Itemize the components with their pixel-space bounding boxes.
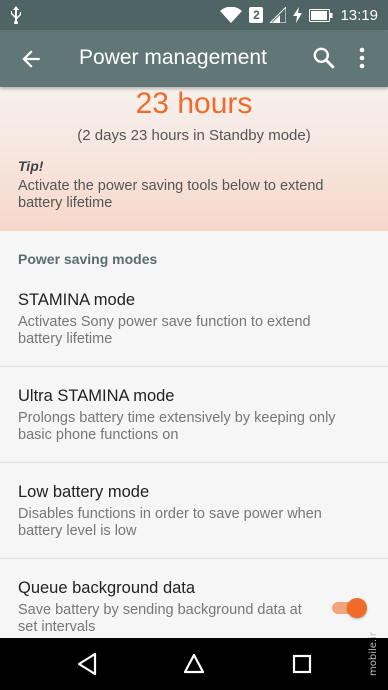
standby-estimate: (2 days 23 hours in Standby mode) bbox=[77, 127, 311, 144]
nav-home-icon[interactable] bbox=[182, 652, 206, 676]
battery-icon bbox=[309, 8, 333, 22]
item-subtitle: Activates Sony power save function to ex… bbox=[18, 314, 311, 347]
navigation-bar bbox=[0, 638, 388, 690]
signal-icon bbox=[270, 7, 287, 23]
toggle-thumb bbox=[347, 598, 367, 618]
charging-icon bbox=[293, 7, 303, 23]
battery-time-estimate: 23 hours bbox=[135, 87, 253, 120]
list-item-ultra-stamina-mode[interactable]: Ultra STAMINA mode Prolongs battery time… bbox=[0, 367, 388, 462]
tip-text: Activate the power saving tools below to… bbox=[18, 178, 324, 211]
sim-slot-badge: 2 bbox=[249, 7, 264, 23]
item-title: Ultra STAMINA mode bbox=[18, 387, 175, 405]
section-header: Power saving modes bbox=[18, 251, 158, 267]
nav-back-icon[interactable] bbox=[76, 652, 98, 676]
search-icon[interactable] bbox=[311, 45, 337, 71]
item-title: Queue background data bbox=[18, 579, 196, 597]
nav-recents-icon[interactable] bbox=[291, 653, 313, 675]
battery-estimate-banner: 23 hours (2 days 23 hours in Standby mod… bbox=[0, 87, 388, 231]
list-item-stamina-mode[interactable]: STAMINA mode Activates Sony power save f… bbox=[0, 274, 388, 366]
back-arrow-icon[interactable] bbox=[18, 46, 44, 72]
item-subtitle: Disables functions in order to save powe… bbox=[18, 506, 322, 539]
watermark: mobile.ir bbox=[368, 632, 379, 676]
app-bar: Power management bbox=[0, 30, 388, 87]
status-bar: 2 13:19 bbox=[0, 0, 388, 30]
queue-background-data-toggle[interactable] bbox=[330, 597, 368, 618]
list-item-low-battery-mode[interactable]: Low battery mode Disables functions in o… bbox=[0, 463, 388, 558]
more-vert-icon[interactable] bbox=[352, 45, 372, 71]
wifi-icon bbox=[220, 7, 243, 23]
item-title: STAMINA mode bbox=[18, 291, 136, 309]
tip-title: Tip! bbox=[18, 158, 44, 174]
clock: 13:19 bbox=[340, 6, 378, 24]
item-subtitle: Prolongs battery time extensively by kee… bbox=[18, 410, 336, 443]
item-title: Low battery mode bbox=[18, 483, 150, 501]
usb-icon bbox=[11, 6, 21, 24]
item-subtitle: Save battery by sending background data … bbox=[18, 602, 302, 635]
page-title: Power management bbox=[79, 46, 267, 69]
